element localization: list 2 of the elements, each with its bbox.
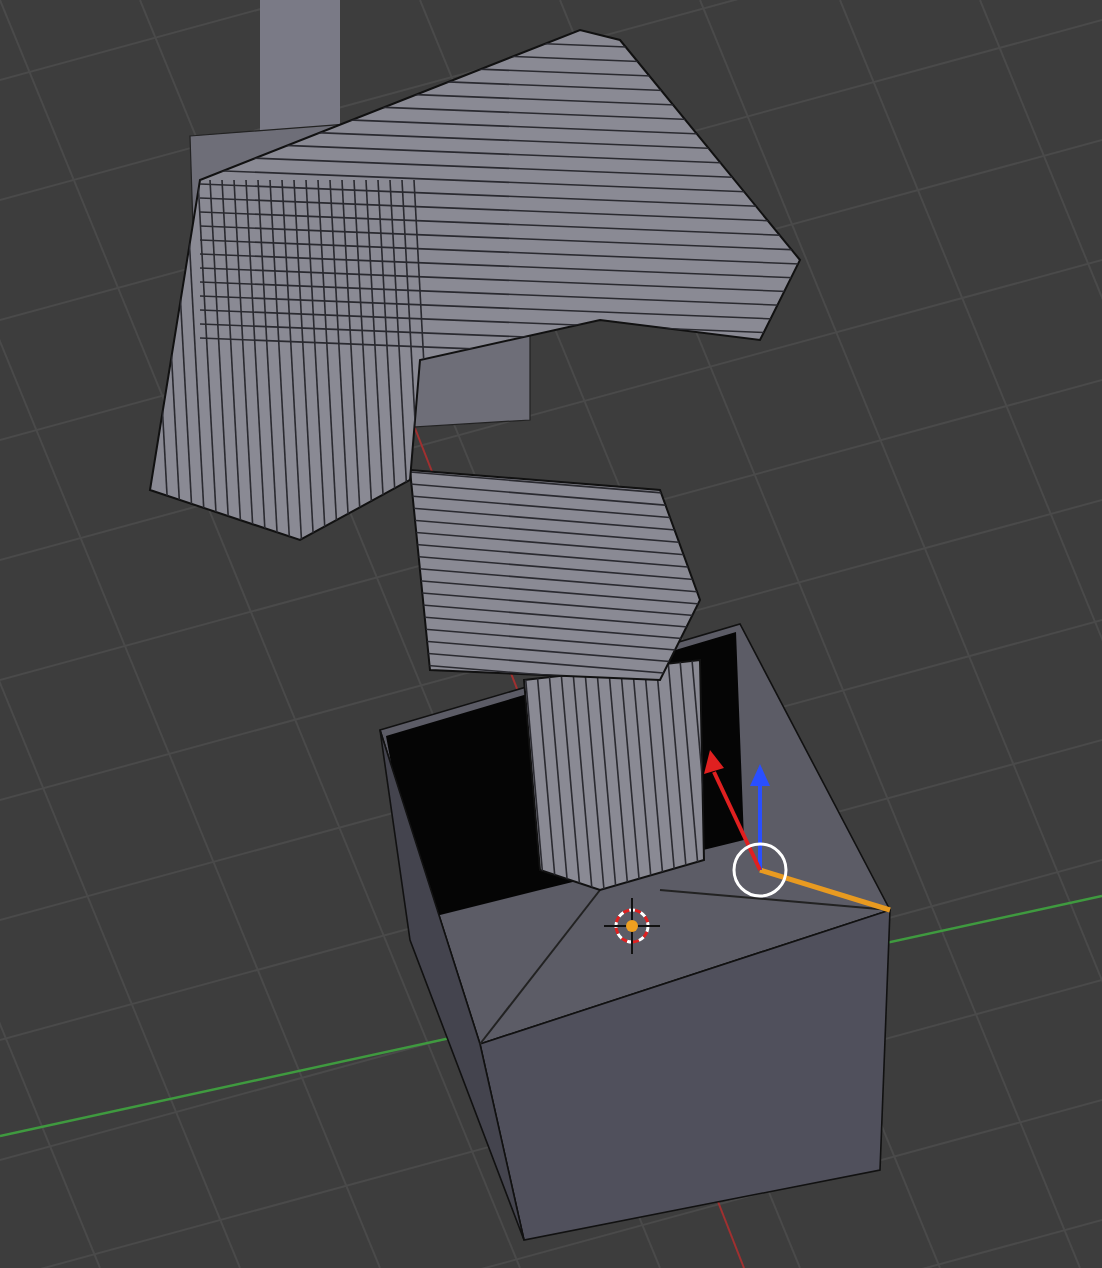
move-gizmo-icon[interactable] (704, 750, 891, 913)
3d-cursor-icon[interactable] (603, 897, 661, 955)
